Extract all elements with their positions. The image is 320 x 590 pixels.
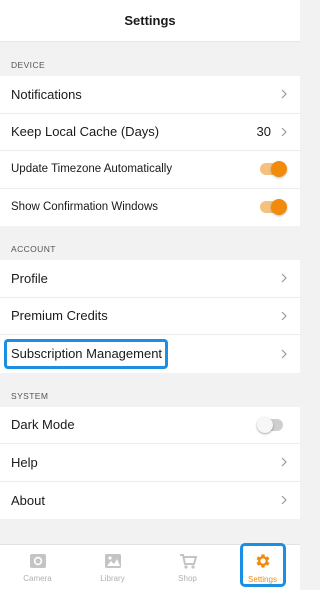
about-label: About <box>11 492 45 508</box>
notifications-label: Notifications <box>11 86 82 102</box>
device-group: Notifications Keep Local Cache (Days) 30… <box>0 76 300 226</box>
credits-label: Premium Credits <box>11 308 108 324</box>
dark-mode-label: Dark Mode <box>11 417 75 433</box>
tab-shop-label: Shop <box>178 573 197 583</box>
chevron-right-icon <box>279 89 289 99</box>
cache-label: Keep Local Cache (Days) <box>11 124 160 140</box>
timezone-toggle[interactable] <box>260 161 287 178</box>
tab-settings[interactable]: Settings <box>225 545 300 590</box>
notifications-row[interactable]: Notifications <box>0 76 300 114</box>
chevron-right-icon <box>279 127 289 137</box>
account-group: Profile Premium Credits Subscription Man… <box>0 260 300 373</box>
credits-row[interactable]: Premium Credits <box>0 298 300 335</box>
chevron-right-icon <box>279 495 289 505</box>
confirm-toggle[interactable] <box>260 199 287 216</box>
image-icon <box>104 553 122 574</box>
about-row[interactable]: About <box>0 482 300 520</box>
tab-library[interactable]: Library <box>75 545 150 590</box>
tab-camera-label: Camera <box>23 573 52 583</box>
subscription-row[interactable]: Subscription Management <box>0 335 300 373</box>
help-row[interactable]: Help <box>0 444 300 482</box>
timezone-row: Update Timezone Automatically <box>0 151 300 189</box>
tab-shop[interactable]: Shop <box>150 545 225 590</box>
help-label: Help <box>11 454 38 470</box>
gear-icon <box>254 552 272 575</box>
chevron-right-icon <box>279 311 289 321</box>
chevron-right-icon <box>279 457 289 467</box>
camera-icon <box>29 553 47 574</box>
tab-settings-label: Settings <box>248 574 277 584</box>
profile-row[interactable]: Profile <box>0 260 300 298</box>
section-title-system: SYSTEM <box>11 390 49 401</box>
profile-label: Profile <box>11 270 48 286</box>
confirm-row: Show Confirmation Windows <box>0 189 300 227</box>
chevron-right-icon <box>279 273 289 283</box>
cart-icon <box>179 553 197 574</box>
subscription-label: Subscription Management <box>11 346 163 362</box>
chevron-right-icon <box>279 349 289 359</box>
cache-value: 30 <box>256 124 271 140</box>
dark-mode-toggle[interactable] <box>257 416 283 433</box>
page-title: Settings <box>124 13 176 28</box>
section-title-device: DEVICE <box>11 60 46 70</box>
system-group: Dark Mode Help About <box>0 406 300 520</box>
tab-bar: Camera Library Shop Settings <box>0 543 300 590</box>
cache-row[interactable]: Keep Local Cache (Days) 30 <box>0 114 300 151</box>
tab-camera[interactable]: Camera <box>0 545 75 590</box>
confirm-label: Show Confirmation Windows <box>11 201 159 214</box>
dark-mode-row: Dark Mode <box>0 407 300 444</box>
section-title-account: ACCOUNT <box>11 244 56 254</box>
tab-library-label: Library <box>100 573 125 583</box>
timezone-label: Update Timezone Automatically <box>11 163 173 176</box>
header: Settings <box>0 0 300 42</box>
